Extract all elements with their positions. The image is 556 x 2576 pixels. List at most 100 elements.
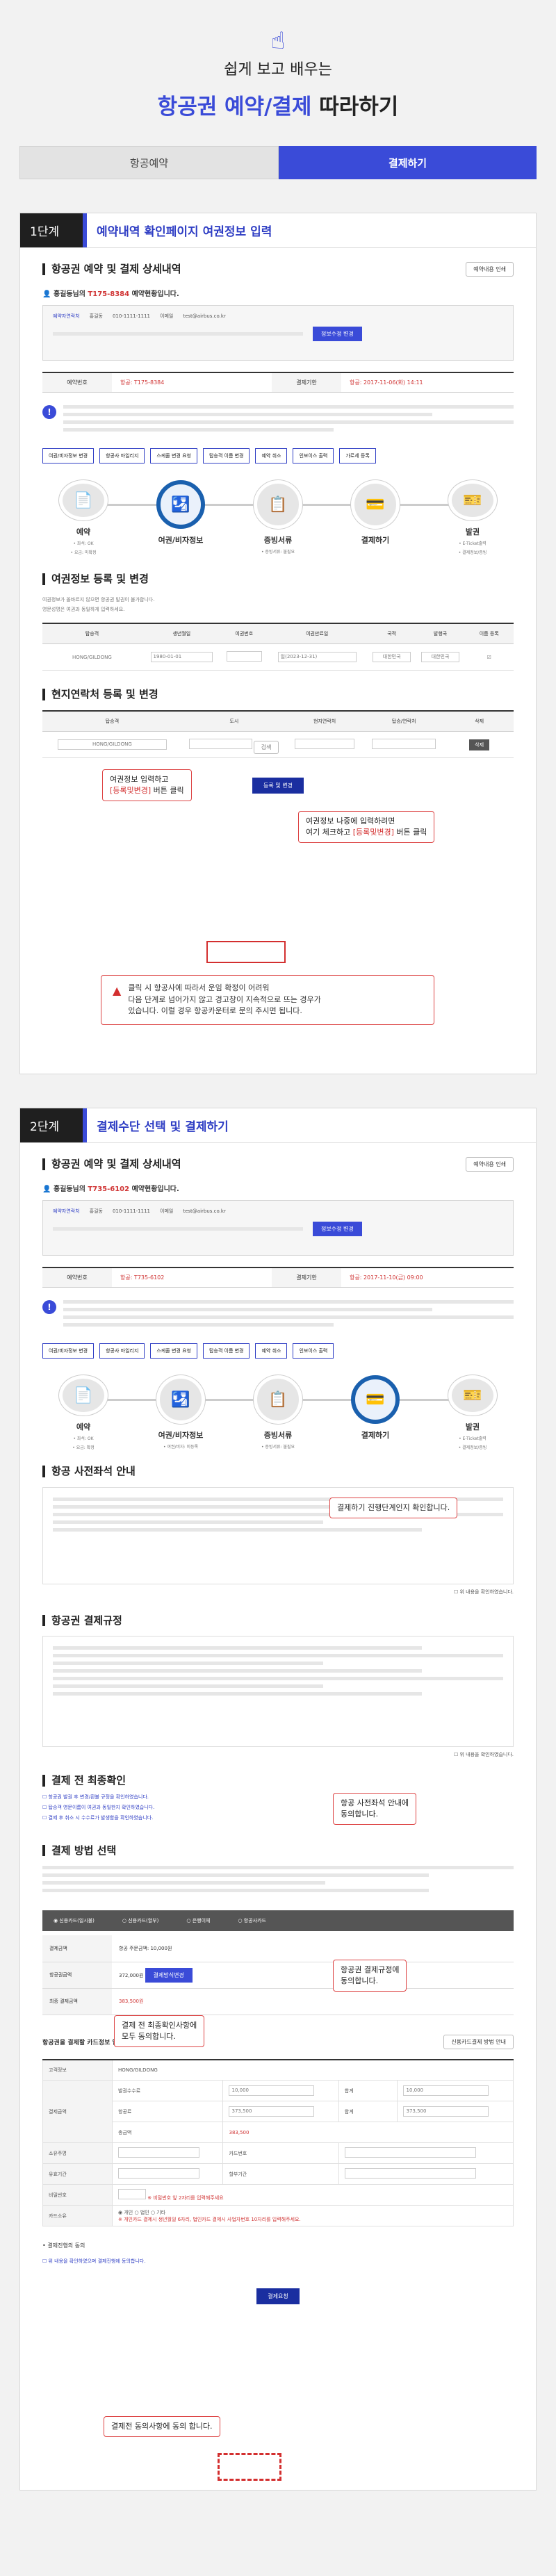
card-number-input[interactable]: [344, 2147, 476, 2158]
flow-sub: • 증빙서류: 불필요: [261, 550, 295, 555]
passport-expiry-input[interactable]: 일(2023-12-31): [277, 652, 357, 662]
edit-info-button[interactable]: 정보수정 변경: [313, 1222, 362, 1236]
agree-text: 위 내용을 확인하였습니다.: [459, 1752, 514, 1757]
email-label: 이메일: [160, 1208, 174, 1214]
col-header: 여권번호: [221, 622, 267, 644]
delete-button[interactable]: 삭제: [469, 739, 490, 750]
card-type-radio[interactable]: ○ 법인: [134, 2210, 149, 2215]
col-header: 삭제: [445, 709, 514, 732]
city-search-button[interactable]: 검색: [253, 740, 279, 754]
card-pw-input[interactable]: [118, 2188, 146, 2199]
passenger-select[interactable]: HONG/GILDONG: [58, 739, 167, 750]
menu-button[interactable]: 항공사 마일리지: [99, 1343, 145, 1359]
passport-note: 여권정보가 올바르지 않으면 항공권 발권이 불가합니다.: [42, 596, 155, 602]
save-passport-button[interactable]: 등록 및 변경: [252, 778, 304, 794]
card-owner-input[interactable]: [118, 2147, 200, 2158]
menu-button[interactable]: 스케줄 변경 요청: [150, 448, 197, 463]
flow-label: 발권: [465, 1422, 480, 1431]
pw-note: ※ 비밀번호 앞 2자리를 입력해주세요: [147, 2194, 224, 2201]
card-type-radio[interactable]: ◉ 개인: [118, 2210, 133, 2215]
tab-payment[interactable]: 결제하기: [279, 146, 537, 179]
menu-button[interactable]: 예약 취소: [255, 448, 288, 463]
flow-label: 예약: [76, 1422, 91, 1431]
final-check-text: 탑승객 영문이름이 여권과 동일한지 확인하였습니다.: [48, 1804, 155, 1810]
expiry-select[interactable]: [118, 2168, 200, 2179]
birth-input[interactable]: 1980-01-01: [150, 652, 213, 662]
reservation-number: 👤 홍길동님의 T175-8384 예약현황입니다.: [42, 290, 179, 298]
hero-title-rest: 따라하기: [311, 95, 399, 120]
flow-sub: • 결제정보/증빙: [458, 550, 487, 555]
menu-button[interactable]: 탑승객 이름 변경: [202, 448, 250, 463]
section-res-detail: 항공권 예약 및 결제 상세내역: [42, 263, 181, 275]
callout-text: 여기 체크하고: [306, 827, 353, 837]
card-type-radio[interactable]: ○ 기타: [151, 2210, 165, 2215]
resnum-suffix: 예약현황입니다.: [129, 290, 179, 298]
pay-option-radio[interactable]: ○ 항공사카드: [238, 1917, 266, 1924]
flow-label: 여권/비자정보: [158, 1431, 204, 1440]
summary-h2: 결제기한: [272, 373, 341, 392]
final-amount: 383,500원: [112, 1988, 514, 2015]
contact-input[interactable]: [372, 739, 436, 749]
menu-button[interactable]: 인보이스 출력: [293, 448, 334, 463]
card-guide-button[interactable]: 신용카드결제 방법 안내: [443, 2034, 514, 2049]
menu-button[interactable]: 예약 취소: [255, 1343, 288, 1359]
table-row: HONG/GILDONG 검색 삭제: [42, 731, 514, 758]
menu-button[interactable]: 가로세 등록: [339, 448, 376, 463]
hero: ☝ 쉽게 보고 배우는 항공권 예약/결제 따라하기: [0, 0, 556, 146]
callout-red: [등록및변경]: [352, 827, 394, 837]
menu-button[interactable]: 여권/비자정보 변경: [42, 1343, 95, 1359]
pay-option-radio[interactable]: ○ 은행이체: [186, 1917, 210, 1924]
contact-label: 예약자연락처: [53, 1208, 80, 1214]
contact-info-box: 예약자연락처 홍길동 010-1111-1111 이메일 test@airbus…: [42, 305, 514, 361]
pre-seat-agree-checkbox[interactable]: ☐ 위 내용을 확인하였습니다.: [42, 1589, 514, 1595]
agree-text: 위 내용을 확인하였습니다.: [459, 1589, 514, 1595]
pay-option-radio[interactable]: ◉ 신용카드(일시불): [54, 1917, 95, 1924]
print-button[interactable]: 예약내용 인쇄: [466, 1157, 514, 1172]
callout-text: 여권정보 나중에 입력하려면: [306, 817, 395, 826]
callout-later: 여권정보 나중에 입력하려면 여기 체크하고 [등록및변경] 버튼 클릭: [298, 811, 435, 843]
flow-step-passport: 🛂 여권/비자정보 • 여권/비자: 미등록: [149, 1375, 212, 1450]
agree-text: 위 내용을 확인하였으며 결제진행에 동의합니다.: [48, 2258, 146, 2264]
menu-button[interactable]: 인보이스 출력: [293, 1343, 334, 1359]
final-check-item[interactable]: ☐ 결제 후 취소 시 수수료가 발생함을 확인하였습니다.: [42, 1814, 514, 1821]
local-phone-input[interactable]: [295, 739, 354, 749]
final-check-item[interactable]: ☐ 항공권 발권 후 변경/환불 규정을 확인하였습니다.: [42, 1794, 514, 1800]
final-check-item[interactable]: ☐ 탑승객 영문이름이 여권과 동일한지 확인하였습니다.: [42, 1804, 514, 1811]
card-icon: 💳: [351, 1375, 400, 1424]
passport-number-input[interactable]: [227, 651, 262, 662]
ev-note: ※ 개인카드 결제시 생년월일 6자리, 법인카드 결제시 사업자번호 10자리…: [118, 2216, 301, 2222]
nationality-select[interactable]: 대한민국: [373, 652, 411, 662]
edit-info-button[interactable]: 정보수정 변경: [313, 327, 362, 341]
pay-option-radio[interactable]: ○ 신용카드(할부): [122, 1917, 158, 1924]
menu-button[interactable]: 탑승객 이름 변경: [202, 1343, 250, 1359]
tab-booking[interactable]: 항공예약: [19, 146, 279, 179]
summary-v2: 항공: 2017-11-10(금) 09:00: [350, 1274, 423, 1281]
agree-checkbox[interactable]: ☐ 위 내용을 확인하였으며 결제진행에 동의합니다.: [42, 2258, 514, 2265]
flow-label: 예약: [76, 527, 91, 536]
menu-buttons: 여권/비자정보 변경 항공사 마일리지 스케줄 변경 요청 탑승객 이름 변경 …: [42, 1343, 514, 1359]
fee-input: 10,000: [229, 2085, 315, 2096]
callout-text: 항공권 결제규정에: [341, 1965, 400, 1974]
menu-buttons: 여권/비자정보 변경 항공사 마일리지 스케줄 변경 요청 탑승객 이름 변경 …: [42, 448, 514, 463]
total-value: 383,500: [222, 2122, 514, 2143]
contact-name: 홍길동: [89, 1208, 103, 1214]
city-input[interactable]: [189, 738, 252, 749]
issuer-select[interactable]: 대한민국: [421, 652, 459, 662]
later-checkbox[interactable]: ☑: [487, 655, 491, 660]
installment-select[interactable]: [344, 2168, 476, 2179]
change-pay-method-button[interactable]: 결제방식변경: [145, 1967, 193, 1983]
menu-button[interactable]: 여권/비자정보 변경: [42, 448, 95, 463]
step1-header: 1단계 예약내역 확인페이지 여권정보 입력: [20, 213, 536, 248]
contact-info-box: 예약자연락처 홍길동 010-1111-1111 이메일 test@airbus…: [42, 1200, 514, 1256]
hero-subtitle: 쉽게 보고 배우는: [224, 61, 332, 79]
menu-button[interactable]: 스케줄 변경 요청: [150, 1343, 197, 1359]
print-button[interactable]: 예약내용 인쇄: [466, 262, 514, 277]
menu-button[interactable]: 항공사 마일리지: [99, 448, 145, 463]
email-label: 이메일: [160, 313, 174, 319]
rules-agree-checkbox[interactable]: ☐ 위 내용을 확인하였습니다.: [42, 1751, 514, 1758]
summary-h1: 예약번호: [42, 373, 112, 392]
warning-icon: ▲: [113, 984, 122, 997]
pay-request-button[interactable]: 결제요청: [256, 2288, 300, 2304]
section-payment-method: 결제 방법 선택: [42, 1844, 514, 1856]
reservation-number: 👤 홍길동님의 T735-6102 예약현황입니다.: [42, 1186, 179, 1193]
